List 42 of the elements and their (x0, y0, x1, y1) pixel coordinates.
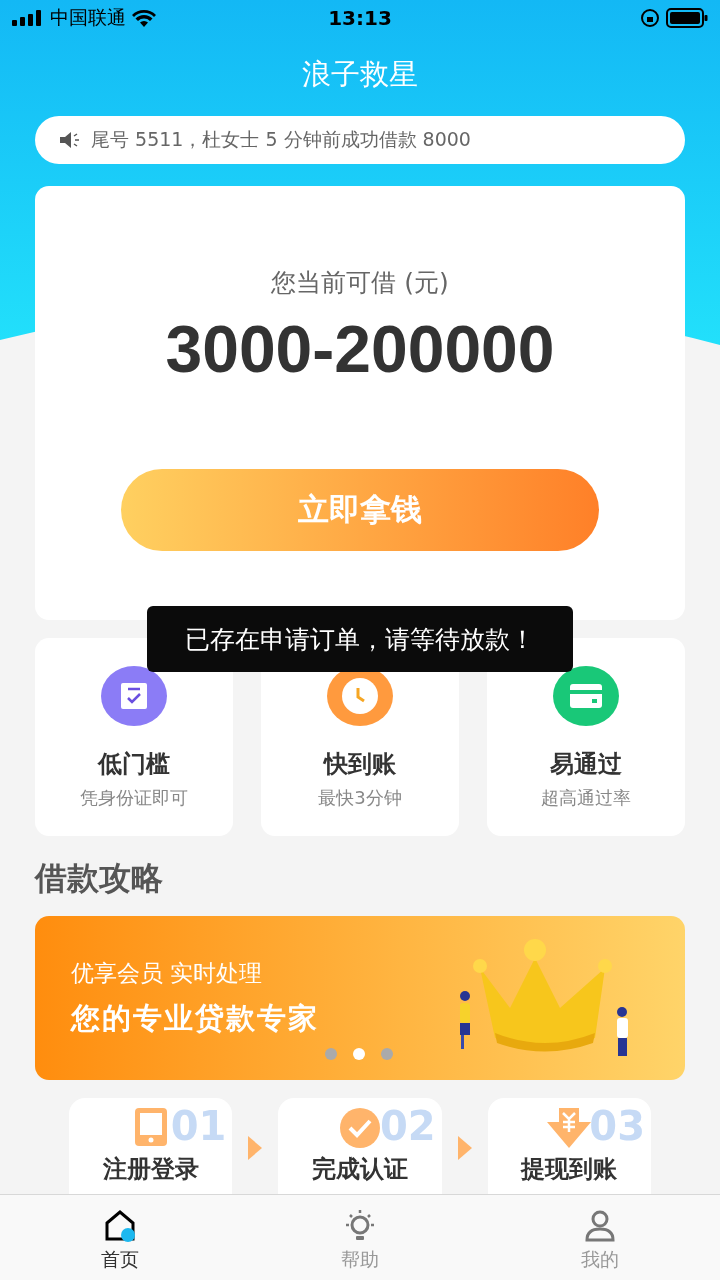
feature-subtitle: 最快3分钟 (318, 786, 402, 810)
wifi-icon (132, 9, 156, 27)
rotation-lock-icon (640, 8, 660, 28)
home-icon (103, 1209, 137, 1243)
banner-headline: 您的专业贷款专家 (71, 999, 319, 1037)
arrow-icon (248, 1136, 263, 1160)
carousel-dot[interactable] (381, 1048, 393, 1060)
carousel-dot[interactable] (353, 1048, 365, 1060)
check-icon (338, 1108, 382, 1148)
banner-tagline: 优享会员 实时处理 (71, 958, 264, 988)
feature-title: 易通过 (550, 749, 622, 780)
section-title: 借款攻略 (35, 858, 164, 898)
step-number: 02 (380, 1106, 436, 1146)
step-label: 完成认证 (312, 1156, 408, 1183)
tab-item[interactable]: 帮助 (290, 1195, 430, 1280)
promo-banner[interactable]: 优享会员 实时处理 您的专业贷款专家 (35, 916, 685, 1080)
tab-item[interactable]: 首页 (50, 1195, 190, 1280)
toast-message: 已存在申请订单，请等待放款！ (147, 606, 573, 672)
feature-subtitle: 超高通过率 (541, 786, 631, 810)
app-title: 浪子救星 (302, 56, 418, 93)
status-time: 13:13 (328, 6, 392, 30)
notice-text: 尾号 5511，杜女士 5 分钟前成功借款 8000 (91, 127, 471, 152)
loan-label: 您当前可借 (元) (271, 267, 449, 299)
feature-title: 低门槛 (98, 749, 170, 780)
carousel-dot[interactable] (325, 1048, 337, 1060)
lightbulb-icon (343, 1209, 377, 1243)
carrier-name: 中国联通 (50, 5, 126, 30)
speaker-icon (59, 131, 81, 149)
get-money-button[interactable]: 立即拿钱 (121, 469, 599, 551)
step-label: 提现到账 (521, 1156, 618, 1183)
feature-title: 快到账 (324, 749, 396, 780)
step-number: 01 (170, 1106, 227, 1146)
loan-amount: 3000-200000 (165, 311, 555, 387)
user-icon (583, 1209, 617, 1243)
battery-icon (666, 8, 708, 28)
step-number: 03 (589, 1106, 645, 1146)
tab-item[interactable]: 我的 (530, 1195, 670, 1280)
step-label: 注册登录 (102, 1156, 199, 1183)
arrow-icon (457, 1136, 472, 1160)
signal-icon (12, 10, 44, 26)
feature-subtitle: 凭身份证即可 (80, 786, 188, 810)
yuan-icon (547, 1108, 592, 1148)
